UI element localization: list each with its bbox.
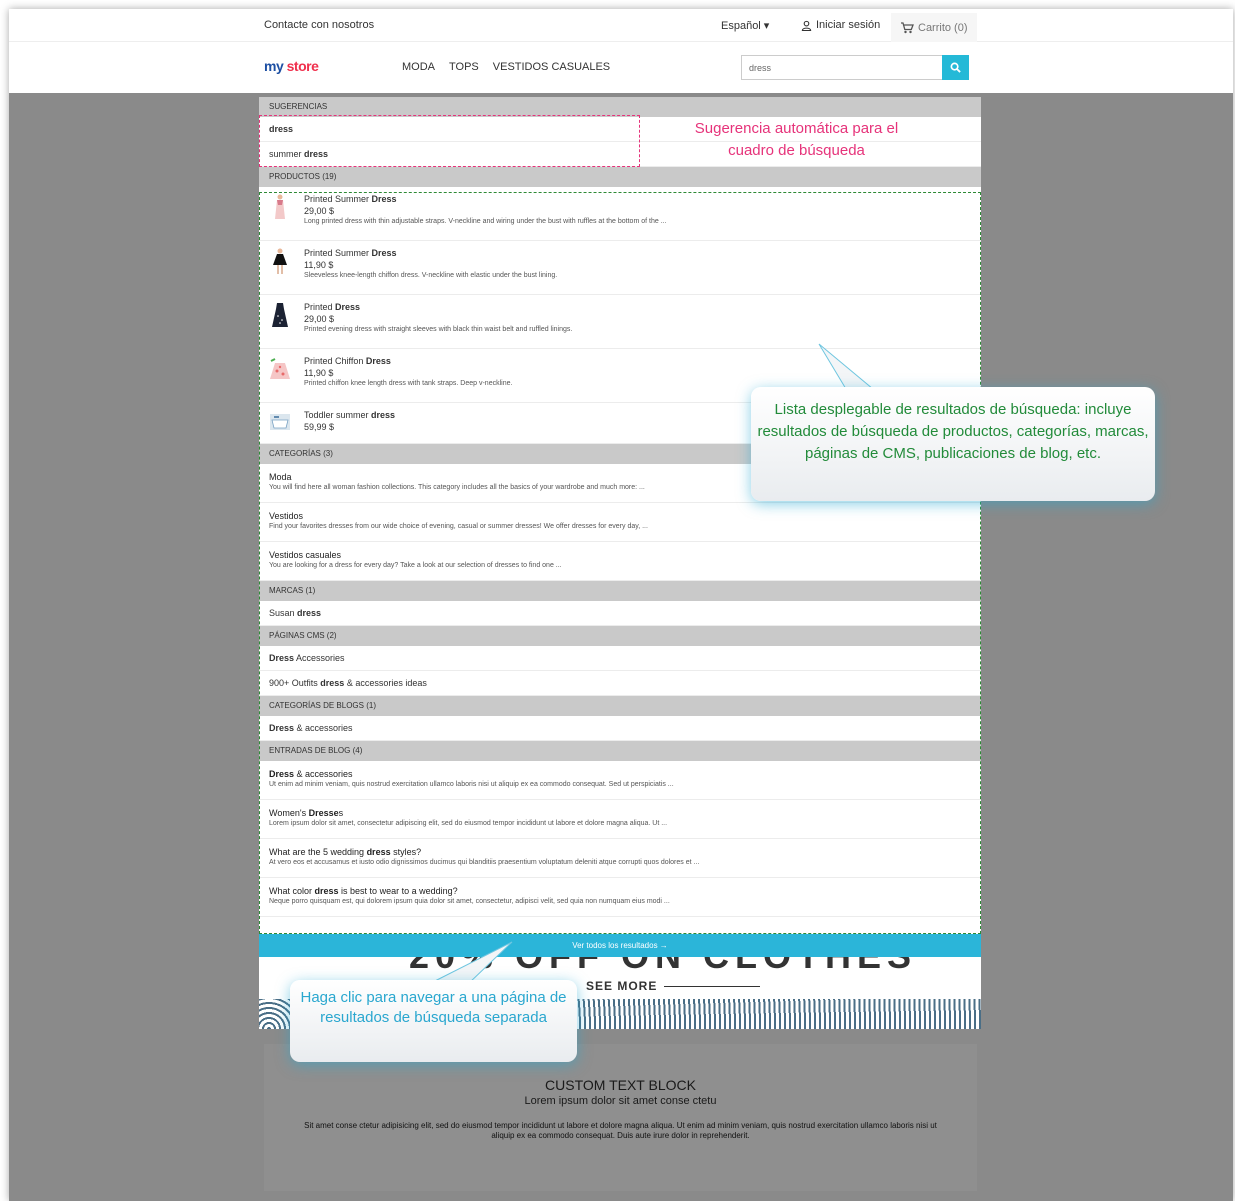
nav-item-moda[interactable]: MODA [402, 61, 435, 73]
user-icon [801, 20, 812, 31]
cart-label: Carrito (0) [918, 21, 968, 34]
search-button[interactable] [942, 55, 969, 80]
nav-item-vestidos-casuales[interactable]: VESTIDOS CASUALES [493, 61, 610, 73]
browser-frame: Contacte con nosotros Español ▾ Iniciar … [9, 9, 1233, 1201]
cart-button[interactable]: Carrito (0) [891, 13, 977, 42]
search-icon [950, 62, 961, 73]
site-header: my store MODA TOPS VESTIDOS CASUALES [9, 42, 1233, 93]
search-box [741, 55, 969, 80]
login-label: Iniciar sesión [816, 19, 881, 31]
autosuggest-highlight [259, 115, 640, 167]
nav-item-tops[interactable]: TOPS [449, 61, 479, 73]
custom-title: CUSTOM TEXT BLOCK [545, 1077, 696, 1093]
store-logo[interactable]: my store [264, 58, 319, 74]
section-header-suggestions: SUGERENCIAS [259, 97, 981, 117]
main-nav: MODA TOPS VESTIDOS CASUALES [402, 61, 610, 73]
search-input[interactable] [742, 56, 942, 79]
cart-icon [901, 21, 914, 33]
autosuggest-annotation: Sugerencia automática para el cuadro de … [694, 120, 899, 159]
section-header-products: PRODUCTOS (19) [259, 167, 981, 187]
view-all-annotation: Haga clic para navegar a una página de r… [290, 980, 577, 1062]
language-selector[interactable]: Español ▾ [721, 19, 769, 32]
logo-part-store: store [286, 58, 319, 74]
custom-subtitle: Lorem ipsum dolor sit amet conse ctetu [524, 1095, 717, 1107]
see-more-line [664, 986, 760, 987]
login-link[interactable]: Iniciar sesión [801, 19, 880, 31]
top-bar: Contacte con nosotros Español ▾ Iniciar … [9, 9, 1233, 42]
custom-text-block: CUSTOM TEXT BLOCK Lorem ipsum dolor sit … [264, 1044, 977, 1191]
see-more-link[interactable]: SEE MORE [586, 979, 657, 993]
view-all-results-button[interactable]: Ver todos los resultados → [259, 934, 981, 957]
custom-text: Sit amet conse ctetur adipisicing elit, … [304, 1121, 937, 1140]
contact-link[interactable]: Contacte con nosotros [264, 19, 374, 31]
results-highlight [259, 192, 981, 934]
dropdown-annotation: Lista desplegable de resultados de búsqu… [751, 387, 1155, 501]
logo-part-my: my [264, 58, 284, 74]
